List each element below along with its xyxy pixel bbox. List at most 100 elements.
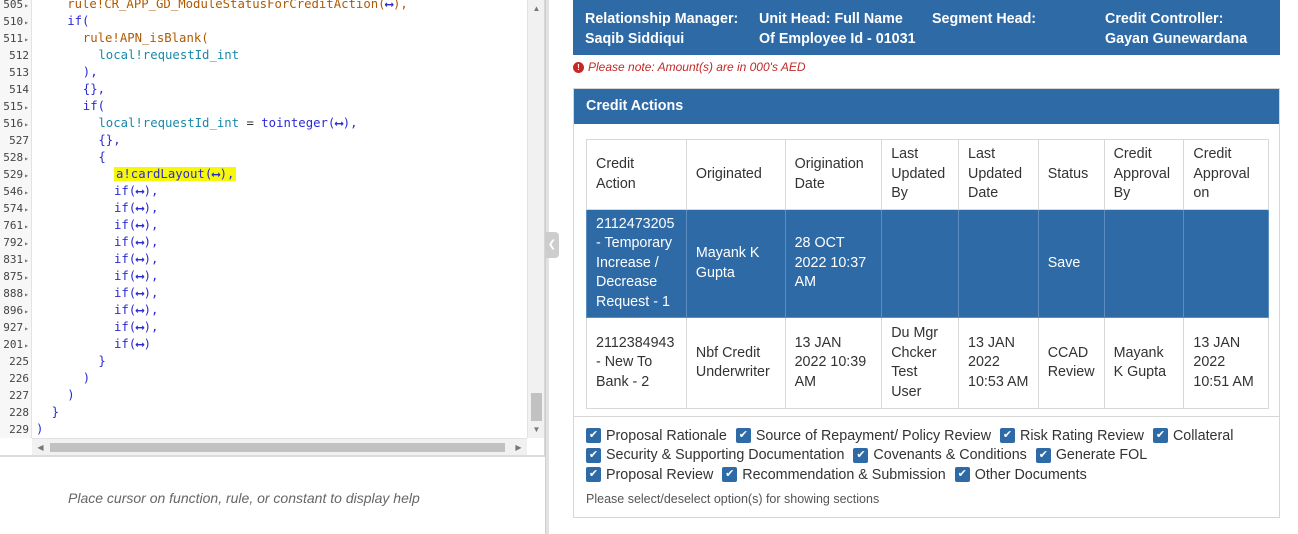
code-line[interactable]: if( <box>83 98 105 115</box>
grid-column-header[interactable]: Origination Date <box>784 139 883 210</box>
code-line[interactable]: if(⟷), <box>114 200 158 217</box>
code-line[interactable]: { <box>98 149 105 166</box>
section-checkbox[interactable]: ✔ Source of Repayment/ Policy Review <box>735 428 991 444</box>
section-checkbox[interactable]: ✔ Other Documents <box>954 467 1087 483</box>
fold-arrow-icon[interactable]: ▸ <box>24 324 29 333</box>
code-line[interactable]: } <box>52 404 59 421</box>
expand-collapsed-icon[interactable]: ⟷ <box>136 268 143 285</box>
fold-arrow-icon[interactable]: ▸ <box>24 35 29 44</box>
section-checkbox[interactable]: ✔ Collateral <box>1152 428 1233 444</box>
code-line[interactable]: } <box>98 353 105 370</box>
fold-arrow-icon[interactable]: ▸ <box>24 120 29 129</box>
code-line[interactable]: {}, <box>83 81 105 98</box>
code-line[interactable]: ), <box>83 64 98 81</box>
code-line[interactable]: local!requestId_int = tointeger(⟷), <box>98 115 357 132</box>
code-line[interactable]: rule!CR_APP_GD_ModuleStatusForCreditActi… <box>67 0 408 13</box>
collapse-left-icon[interactable]: ❮ <box>545 232 559 258</box>
code-line[interactable]: ) <box>83 370 90 387</box>
fold-arrow-icon[interactable]: ▸ <box>24 205 29 214</box>
code-line[interactable]: if(⟷) <box>114 336 151 353</box>
expression-editor[interactable]: 505▸ 510▸ 511▸ 512 513 514 515▸ 516▸ 527 528▸ 529▸… <box>0 0 545 455</box>
highlighted-expression[interactable]: a!cardLayout(⟷), <box>114 166 237 183</box>
checkmark-icon[interactable]: ✔ <box>1152 428 1168 444</box>
scroll-up-arrow-icon[interactable]: ▲ <box>528 0 544 17</box>
checkmark-icon[interactable]: ✔ <box>735 428 751 444</box>
vertical-scroll-thumb[interactable] <box>531 393 542 421</box>
expand-collapsed-icon[interactable]: ⟷ <box>136 217 143 234</box>
code-line[interactable]: if(⟷), <box>114 319 158 336</box>
code-line[interactable]: if(⟷), <box>114 217 158 234</box>
grid-column-header[interactable]: Credit Action <box>586 139 687 210</box>
code-line[interactable]: if(⟷), <box>114 183 158 200</box>
fold-arrow-icon[interactable]: ▸ <box>24 256 29 265</box>
code-line[interactable]: if(⟷), <box>114 251 158 268</box>
fold-arrow-icon[interactable]: ▸ <box>24 188 29 197</box>
checkmark-icon[interactable]: ✔ <box>586 447 601 463</box>
fold-arrow-icon[interactable]: ▸ <box>24 1 29 10</box>
code-area[interactable]: rule!CR_APP_GD_ModuleStatusForCreditActi… <box>36 0 526 438</box>
code-line[interactable]: ) <box>36 421 43 438</box>
code-line[interactable]: if(⟷), <box>114 268 158 285</box>
code-line[interactable]: local!requestId_int <box>98 47 239 64</box>
checkmark-icon[interactable]: ✔ <box>1000 428 1016 444</box>
section-checkbox[interactable]: ✔ Covenants & Conditions <box>853 447 1027 463</box>
expand-collapsed-icon[interactable]: ⟷ <box>212 166 219 183</box>
section-checkbox[interactable]: ✔ Risk Rating Review <box>1000 428 1144 444</box>
fold-arrow-icon[interactable]: ▸ <box>24 341 29 350</box>
grid-column-header[interactable]: Last Updated Date <box>958 139 1039 210</box>
fold-arrow-icon[interactable]: ▸ <box>24 154 29 163</box>
checkmark-icon[interactable]: ✔ <box>586 428 601 444</box>
code-line[interactable]: ) <box>67 387 74 404</box>
section-checkbox[interactable]: ✔ Proposal Review <box>586 467 713 483</box>
fold-arrow-icon[interactable]: ▸ <box>24 239 29 248</box>
fold-arrow-icon[interactable]: ▸ <box>24 290 29 299</box>
code-token: {}, <box>82 82 106 96</box>
scroll-left-arrow-icon[interactable]: ◀ <box>32 439 49 455</box>
grid-column-header[interactable]: Credit Approval on <box>1183 139 1269 210</box>
grid-column-header[interactable]: Last Updated By <box>881 139 960 210</box>
fold-arrow-icon[interactable]: ▸ <box>24 222 29 231</box>
grid-column-header[interactable]: Credit Approval By <box>1103 139 1185 210</box>
checkmark-icon[interactable]: ✔ <box>853 447 869 463</box>
fold-arrow-icon[interactable]: ▸ <box>24 103 29 112</box>
expand-collapsed-icon[interactable]: ⟷ <box>136 183 143 200</box>
expand-collapsed-icon[interactable]: ⟷ <box>136 234 143 251</box>
fold-arrow-icon[interactable]: ▸ <box>24 18 29 27</box>
expand-collapsed-icon[interactable]: ⟷ <box>136 336 143 353</box>
code-line[interactable]: {}, <box>98 132 120 149</box>
fold-arrow-icon[interactable]: ▸ <box>24 171 29 180</box>
scroll-right-arrow-icon[interactable]: ▶ <box>510 439 527 455</box>
grid-row-selected[interactable]: 2112473205 - Temporary Increase / Decrea… <box>586 209 1269 318</box>
fold-arrow-icon[interactable]: ▸ <box>24 273 29 282</box>
section-checkbox[interactable]: ✔ Generate FOL <box>1035 447 1147 463</box>
checkmark-icon[interactable]: ✔ <box>722 467 738 483</box>
grid-row[interactable]: 2112384943 - New To Bank - 2 Nbf Credit U… <box>586 317 1269 409</box>
code-line[interactable]: if(⟷), <box>114 302 158 319</box>
code-line[interactable]: if(⟷), <box>114 285 158 302</box>
expand-collapsed-icon[interactable]: ⟷ <box>136 251 143 268</box>
section-checkbox[interactable]: ✔ Recommendation & Submission <box>722 467 946 483</box>
code-line[interactable]: rule!APN_isBlank( <box>83 30 209 47</box>
checkmark-icon[interactable]: ✔ <box>1035 447 1051 463</box>
expand-collapsed-icon[interactable]: ⟷ <box>136 285 143 302</box>
expand-collapsed-icon[interactable]: ⟷ <box>136 319 143 336</box>
section-checkbox[interactable]: ✔ Proposal Rationale <box>586 428 727 444</box>
vertical-scrollbar[interactable]: ▲ ▼ <box>527 0 544 438</box>
grid-column-header[interactable]: Originated <box>685 139 786 210</box>
expand-collapsed-icon[interactable]: ⟷ <box>386 0 393 13</box>
horizontal-scroll-thumb[interactable] <box>50 443 505 452</box>
expand-collapsed-icon[interactable]: ⟷ <box>136 200 143 217</box>
checkmark-icon[interactable]: ✔ <box>586 467 601 483</box>
horizontal-scrollbar[interactable]: ◀ ▶ <box>32 438 527 455</box>
expand-collapsed-icon[interactable]: ⟷ <box>335 115 342 132</box>
expand-collapsed-icon[interactable]: ⟷ <box>136 302 143 319</box>
checkmark-icon[interactable]: ✔ <box>954 467 970 483</box>
scroll-down-arrow-icon[interactable]: ▼ <box>528 421 544 438</box>
grid-column-header[interactable]: Status <box>1037 139 1105 210</box>
code-line[interactable]: if(⟷), <box>114 234 158 251</box>
section-checkbox[interactable]: ✔ Security & Supporting Documentation <box>586 447 844 463</box>
code-line[interactable]: a!cardLayout(⟷), <box>114 166 237 183</box>
code-line[interactable]: if( <box>67 13 89 30</box>
pane-splitter[interactable] <box>545 0 549 534</box>
fold-arrow-icon[interactable]: ▸ <box>24 307 29 316</box>
